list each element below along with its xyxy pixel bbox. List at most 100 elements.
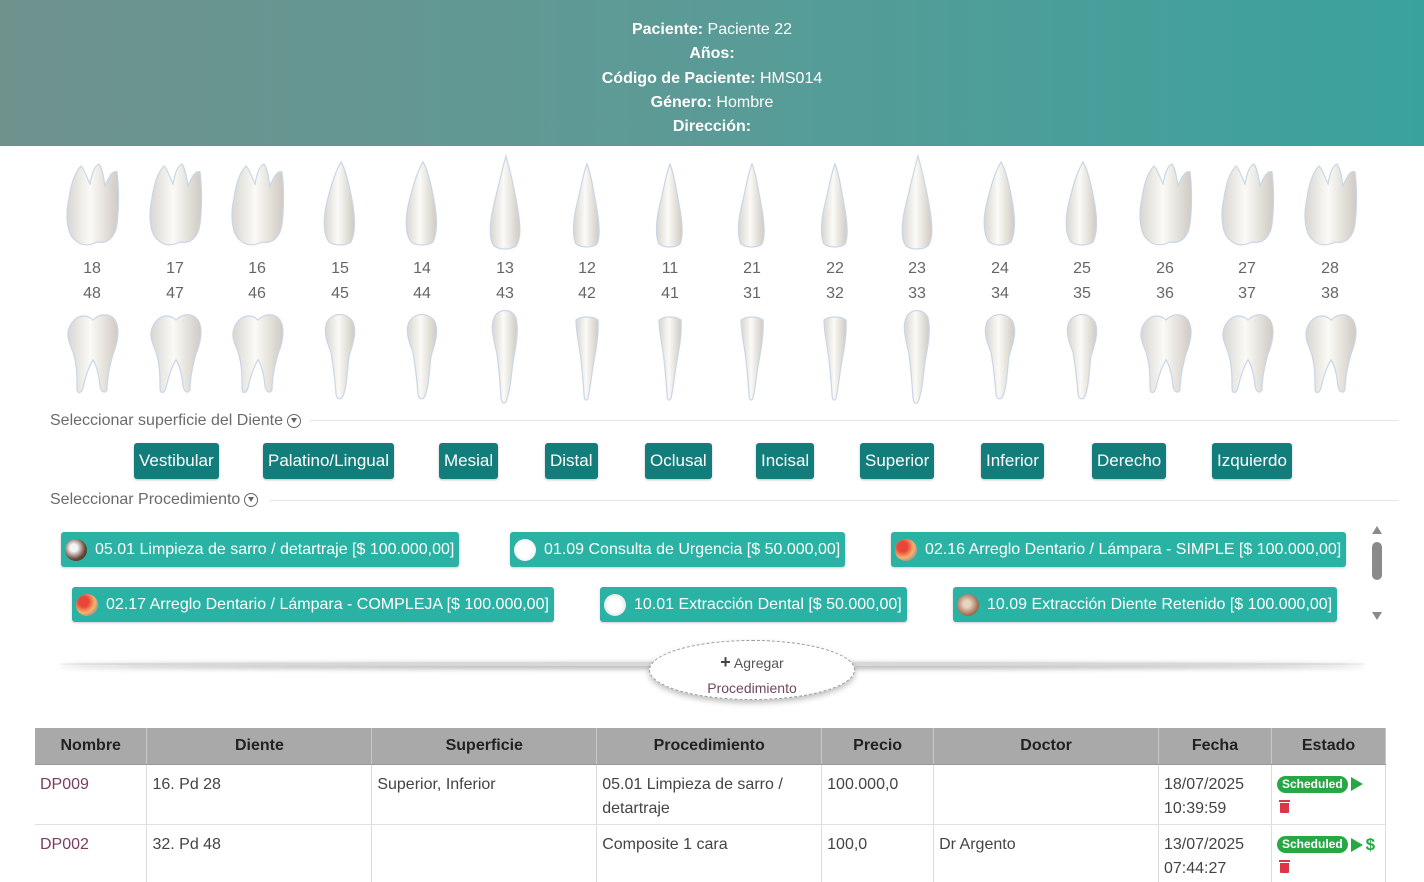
- surface-button-palatino-lingual[interactable]: Palatino/Lingual: [263, 443, 394, 479]
- tooth-33-icon[interactable]: [882, 306, 952, 406]
- patient-header: Paciente: Paciente 22 Años: Código de Pa…: [0, 0, 1424, 146]
- tooth-24-icon[interactable]: [965, 154, 1035, 254]
- tooth-13-icon[interactable]: [470, 153, 540, 254]
- col-header-nombre[interactable]: Nombre: [35, 728, 148, 765]
- surface-button-vestibular[interactable]: Vestibular: [134, 443, 219, 479]
- tooth-21-icon[interactable]: [717, 154, 787, 254]
- tooth-25-icon[interactable]: [1047, 154, 1117, 254]
- table-row: DP002 32. Pd 48 Composite 1 cara 100,0 D…: [35, 824, 1387, 882]
- surface-button-derecho[interactable]: Derecho: [1092, 443, 1167, 479]
- col-header-diente[interactable]: Diente: [146, 728, 373, 765]
- tooth-number-lower: 48: [83, 285, 101, 302]
- tooth-number-lower: 35: [1073, 285, 1091, 302]
- tooth-number-upper: 14: [413, 260, 431, 277]
- scroll-up-icon[interactable]: [1372, 526, 1382, 534]
- procedure-button[interactable]: 05.01 Limpieza de sarro / detartraje [$ …: [61, 532, 460, 567]
- procedure-button[interactable]: 02.16 Arreglo Dentario / Lámpara - SIMPL…: [891, 532, 1347, 567]
- tooth-number-upper: 21: [743, 260, 761, 277]
- scroll-down-icon[interactable]: [1372, 612, 1382, 620]
- col-header-superficie[interactable]: Superficie: [371, 728, 598, 765]
- tooth-number-upper: 22: [826, 260, 844, 277]
- dollar-icon[interactable]: $: [1366, 835, 1375, 854]
- procedure-scrollbar[interactable]: [1369, 522, 1385, 622]
- tooth-23-icon[interactable]: [882, 153, 952, 254]
- tooth-34-icon[interactable]: [965, 306, 1035, 406]
- tooth-number-upper: 26: [1156, 260, 1174, 277]
- tooth-44-icon[interactable]: [387, 306, 457, 406]
- cell-date: 13/07/2025 07:44:27: [1158, 824, 1272, 882]
- surface-button-inferior[interactable]: Inferior: [981, 443, 1044, 479]
- cell-name[interactable]: DP009: [35, 764, 148, 825]
- play-icon[interactable]: [1350, 837, 1363, 852]
- cell-tooth: 16. Pd 28: [146, 764, 373, 825]
- tooth-16-icon[interactable]: [222, 154, 292, 254]
- tooth-11-icon[interactable]: [635, 154, 705, 254]
- tooth-47-icon[interactable]: [140, 306, 210, 406]
- surface-button-oclusal[interactable]: Oclusal: [645, 443, 712, 479]
- tooth-column: 11 41: [635, 146, 705, 408]
- procedure-section-title[interactable]: Seleccionar Procedimiento: [50, 491, 259, 509]
- trash-icon[interactable]: [1278, 800, 1290, 813]
- tooth-number-upper: 27: [1238, 260, 1256, 277]
- cell-name[interactable]: DP002: [35, 824, 148, 882]
- tooth-14-icon[interactable]: [387, 154, 457, 254]
- collapse-down-icon[interactable]: [287, 414, 302, 428]
- tooth-number-upper: 17: [166, 260, 184, 277]
- col-header-doctor[interactable]: Doctor: [933, 728, 1159, 765]
- add-procedure-button[interactable]: + Agregar Procedimiento: [649, 640, 855, 700]
- tooth-36-icon[interactable]: [1130, 306, 1200, 406]
- surface-button-izquierdo[interactable]: Izquierdo: [1212, 443, 1292, 479]
- tooth-28-icon[interactable]: [1295, 154, 1365, 254]
- tooth-31-icon[interactable]: [717, 306, 787, 406]
- tooth-column: 12 42: [552, 146, 622, 408]
- cell-procedure: Composite 1 cara: [596, 824, 823, 882]
- table-row: DP009 16. Pd 28 Superior, Inferior 05.01…: [35, 764, 1387, 825]
- surface-button-superior[interactable]: Superior: [860, 443, 935, 479]
- tooth-18-icon[interactable]: [57, 154, 127, 254]
- tooth-38-icon[interactable]: [1295, 306, 1365, 406]
- scroll-thumb[interactable]: [1372, 542, 1382, 580]
- tooth-column: 18 48: [57, 146, 127, 408]
- tooth-22-icon[interactable]: [800, 154, 870, 254]
- cell-status: Scheduled: [1271, 764, 1387, 825]
- tooth-26-icon[interactable]: [1130, 154, 1200, 254]
- tooth-27-icon[interactable]: [1212, 154, 1282, 254]
- col-header-precio[interactable]: Precio: [821, 728, 935, 765]
- tooth-37-icon[interactable]: [1212, 306, 1282, 406]
- tooth-32-icon[interactable]: [800, 306, 870, 406]
- tooth-column: 26 36: [1130, 146, 1200, 408]
- procedure-button[interactable]: 10.01 Extracción Dental [$ 50.000,00]: [600, 587, 907, 622]
- tooth-17-icon[interactable]: [140, 154, 210, 254]
- surface-button-incisal[interactable]: Incisal: [756, 443, 815, 479]
- tooth-column: 21 31: [717, 146, 787, 408]
- tooth-45-icon[interactable]: [305, 306, 375, 406]
- play-icon[interactable]: [1350, 777, 1363, 792]
- consultation-icon: [514, 538, 536, 561]
- procedure-button[interactable]: 02.17 Arreglo Dentario / Lámpara - COMPL…: [72, 587, 554, 622]
- procedure-button[interactable]: 10.09 Extracción Diente Retenido [$ 100.…: [953, 587, 1338, 622]
- surface-button-mesial[interactable]: Mesial: [439, 443, 499, 479]
- tooth-number-upper: 24: [991, 260, 1009, 277]
- tooth-43-icon[interactable]: [470, 306, 540, 406]
- tooth-number-lower: 45: [331, 285, 349, 302]
- tooth-number-lower: 43: [496, 285, 514, 302]
- tooth-35-icon[interactable]: [1047, 306, 1117, 406]
- surface-button-distal[interactable]: Distal: [545, 443, 598, 479]
- surface-section-title[interactable]: Seleccionar superficie del Diente: [50, 412, 302, 430]
- tooth-12-icon[interactable]: [552, 154, 622, 254]
- tooth-15-icon[interactable]: [305, 154, 375, 254]
- tooth-42-icon[interactable]: [552, 306, 622, 406]
- trash-icon[interactable]: [1278, 860, 1290, 874]
- status-badge: Scheduled: [1276, 775, 1348, 793]
- col-header-procedimiento[interactable]: Procedimiento: [596, 728, 823, 765]
- tooth-number-lower: 36: [1156, 285, 1174, 302]
- collapse-down-icon[interactable]: [244, 493, 259, 507]
- tooth-46-icon[interactable]: [222, 306, 292, 406]
- procedures-table: Nombre Diente Superficie Procedimiento P…: [35, 728, 1387, 882]
- col-header-estado[interactable]: Estado: [1271, 728, 1387, 765]
- tooth-41-icon[interactable]: [635, 306, 705, 406]
- col-header-fecha[interactable]: Fecha: [1158, 728, 1272, 765]
- procedure-button[interactable]: 01.09 Consulta de Urgencia [$ 50.000,00]: [510, 532, 846, 567]
- patient-name-row: Paciente: Paciente 22: [631, 21, 793, 38]
- tooth-48-icon[interactable]: [57, 306, 127, 406]
